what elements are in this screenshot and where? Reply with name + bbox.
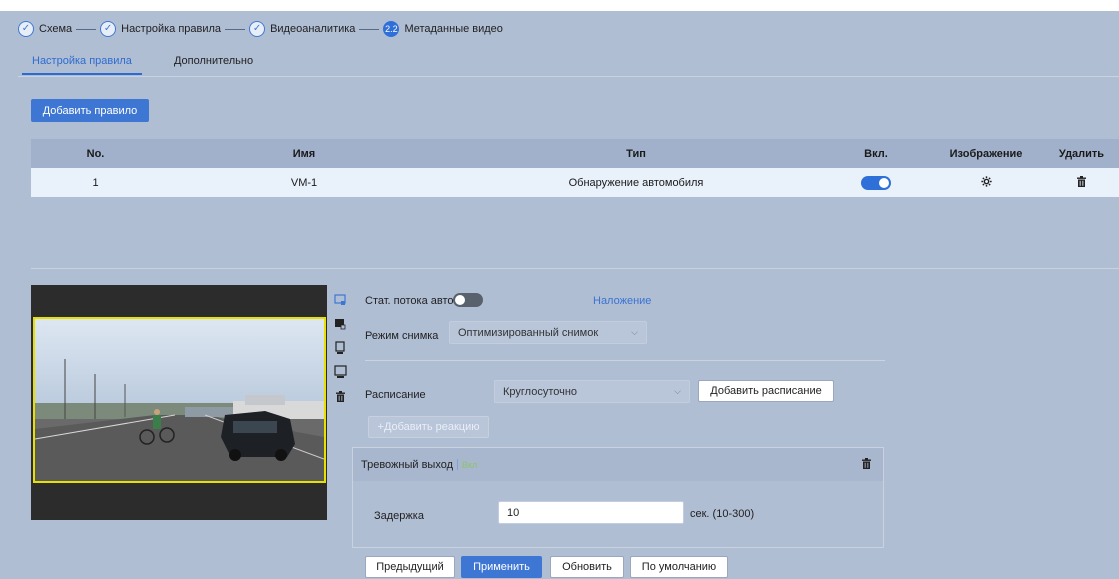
wizard-step-video-analytics[interactable]: ✓ Видеоаналитика: [249, 21, 355, 37]
stream-stats-label: Стат. потока авто: [365, 295, 454, 307]
stream-stats-toggle[interactable]: [453, 293, 483, 307]
cell-name: VM-1: [290, 176, 318, 189]
alarm-output-panel: Тревожный выход Вкл: [352, 447, 884, 548]
trash-icon[interactable]: [1077, 175, 1086, 190]
refresh-button[interactable]: Обновить: [550, 556, 624, 578]
check-icon: ✓: [100, 21, 117, 37]
overlay-link[interactable]: Наложение: [593, 295, 651, 307]
target-filter-icon[interactable]: [333, 341, 347, 355]
delay-unit-label: сек. (10-300): [690, 508, 755, 520]
schedule-value: Круглосуточно: [503, 385, 578, 398]
tab-advanced[interactable]: Дополнительно: [164, 55, 263, 75]
wizard-step-rule-config[interactable]: ✓ Настройка правила: [100, 21, 221, 37]
delay-label: Задержка: [374, 510, 424, 522]
previous-button[interactable]: Предыдущий: [365, 556, 455, 578]
alarm-separator: [457, 459, 459, 470]
alarm-output-label: Тревожный выход: [361, 458, 454, 471]
column-header-no: No.: [86, 147, 105, 160]
check-icon: ✓: [18, 21, 34, 37]
check-icon: ✓: [249, 21, 266, 37]
snapshot-mode-value: Оптимизированный снимок: [458, 326, 599, 339]
column-header-image: Изображение: [949, 147, 1023, 160]
schedule-label: Расписание: [365, 389, 426, 401]
wizard-step-scheme[interactable]: ✓ Схема: [18, 21, 72, 37]
tab-bar: Настройка правила Дополнительно: [22, 55, 263, 75]
tab-divider: [18, 76, 1119, 77]
gear-icon[interactable]: [980, 175, 992, 190]
step-connector: [225, 28, 246, 30]
wizard-steps: ✓ Схема ✓ Настройка правила ✓ Видеоанали…: [18, 18, 503, 40]
snapshot-mode-select[interactable]: Оптимизированный снимок ⌵: [449, 321, 647, 344]
cell-enabled: [824, 175, 928, 190]
wizard-step-label: Метаданные видео: [404, 23, 503, 35]
column-header-name: Имя: [292, 147, 316, 160]
column-header-type: Тип: [626, 147, 646, 160]
step-connector: [359, 28, 380, 30]
section-divider: [365, 360, 885, 361]
wizard-step-label: Настройка правила: [121, 23, 222, 35]
schedule-select[interactable]: Круглосуточно ⌵: [494, 380, 690, 403]
wizard-step-label: Видеоаналитика: [270, 23, 356, 35]
add-rule-button[interactable]: Добавить правило: [31, 99, 149, 122]
rule-enabled-toggle[interactable]: [861, 175, 891, 190]
chevron-down-icon: ⌵: [674, 386, 681, 396]
trash-icon[interactable]: [862, 458, 871, 472]
delay-input[interactable]: 10: [498, 501, 684, 524]
step-connector: [76, 28, 97, 30]
table-header: No. Имя Тип Вкл. Изображение Удалить: [31, 139, 1119, 168]
cell-image: [928, 175, 1044, 190]
rules-table: No. Имя Тип Вкл. Изображение Удалить 1 V…: [31, 139, 1119, 269]
tab-rule-config[interactable]: Настройка правила: [22, 55, 142, 75]
cell-type: Обнаружение автомобиля: [568, 176, 704, 189]
add-reaction-button[interactable]: +Добавить реакцию: [368, 416, 489, 438]
top-strip: [0, 0, 1119, 11]
alarm-output-header: Тревожный выход Вкл: [353, 448, 883, 481]
alarm-output-badge: Вкл: [462, 459, 478, 470]
draw-region-icon[interactable]: [333, 293, 347, 307]
add-schedule-button[interactable]: Добавить расписание: [698, 380, 834, 402]
table-row[interactable]: 1 VM-1 Обнаружение автомобиля: [31, 168, 1119, 197]
default-button[interactable]: По умолчанию: [630, 556, 728, 578]
chevron-down-icon: ⌵: [631, 327, 638, 337]
wizard-step-video-metadata[interactable]: 2.2 Метаданные видео: [383, 21, 503, 37]
detection-region-frame[interactable]: [33, 317, 326, 483]
step-number-badge: 2.2: [383, 21, 400, 37]
delete-icon[interactable]: [333, 389, 347, 403]
column-header-enabled: Вкл.: [864, 147, 888, 160]
cell-no: 1: [92, 176, 99, 189]
cell-delete: [1044, 175, 1119, 190]
column-header-delete: Удалить: [1058, 147, 1105, 160]
video-toolbar: [331, 293, 349, 413]
max-size-icon[interactable]: [333, 365, 347, 379]
video-preview[interactable]: [31, 285, 327, 520]
camera-image: [35, 319, 324, 481]
region-icon[interactable]: [333, 317, 347, 331]
apply-button[interactable]: Применить: [461, 556, 542, 578]
wizard-step-label: Схема: [39, 23, 73, 35]
snapshot-mode-label: Режим снимка: [365, 330, 439, 342]
